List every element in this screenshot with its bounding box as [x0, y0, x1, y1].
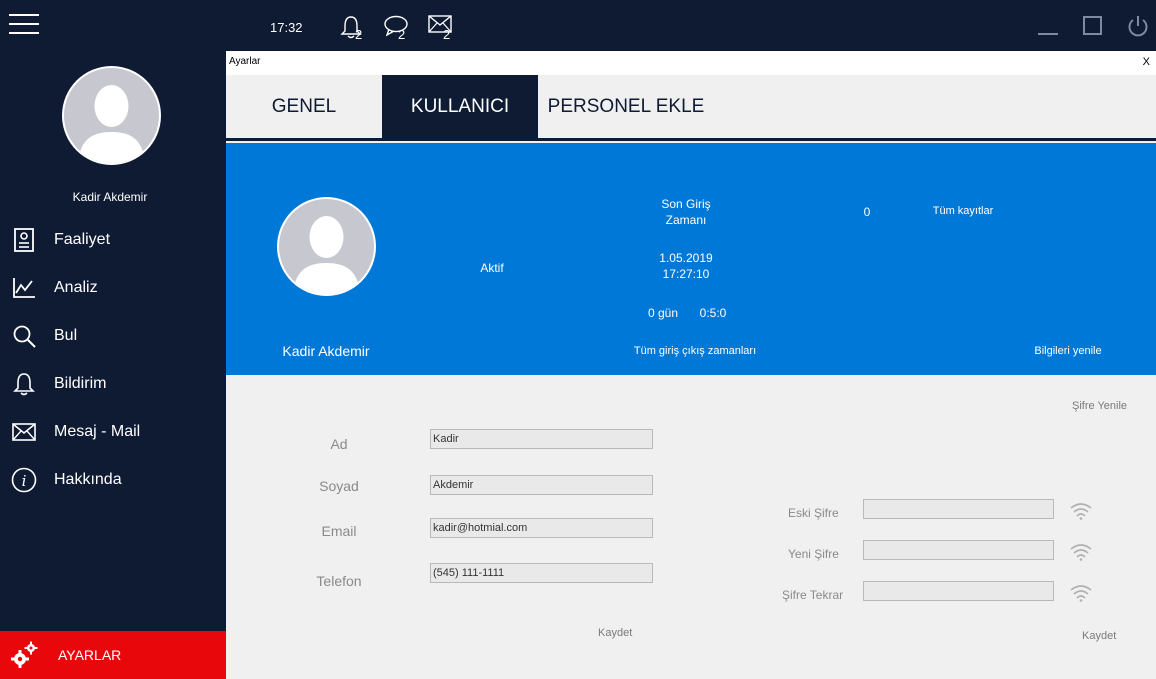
sidebar-item-bul[interactable]: Bul — [0, 312, 226, 360]
wifi-icon — [1070, 544, 1092, 561]
sidebar-item-analiz[interactable]: Analiz — [0, 264, 226, 312]
search-icon — [11, 323, 37, 349]
all-login-times-link[interactable]: Tüm giriş çıkış zamanları — [610, 345, 780, 357]
refresh-info-link[interactable]: Bilgileri yenile — [1018, 345, 1118, 357]
wifi-icon — [1070, 503, 1092, 520]
maximize-button[interactable] — [1081, 14, 1105, 38]
messages-button[interactable] — [384, 15, 410, 41]
sidebar-item-label: Bul — [54, 327, 78, 344]
tab-kullanici[interactable]: KULLANICI — [382, 75, 538, 139]
session-days: 0 gün — [647, 306, 679, 320]
sidebar-item-label: Mesaj - Mail — [54, 423, 141, 440]
last-login-label-2: Zamanı — [665, 213, 707, 227]
messages-badge: 2 — [398, 27, 406, 42]
ad-input[interactable] — [430, 429, 653, 449]
new-password-input[interactable] — [863, 540, 1054, 560]
profile-avatar[interactable] — [277, 197, 376, 296]
mail-badge: 2 — [443, 27, 451, 42]
gears-icon — [10, 641, 38, 669]
window-title: Ayarlar — [229, 56, 261, 67]
all-records-link[interactable]: Tüm kayıtlar — [918, 205, 1008, 217]
chart-line-icon — [11, 275, 37, 301]
sidebar-item-faaliyet[interactable]: Faaliyet — [0, 216, 226, 264]
power-icon — [1128, 16, 1148, 37]
ad-label: Ad — [330, 436, 348, 452]
sidebar-item-hakkinda[interactable]: i Hakkında — [0, 456, 226, 504]
sidebar-menu: Faaliyet Analiz Bul Bildirim Mesaj - Mai… — [0, 216, 226, 504]
new-password-label: Yeni Şifre — [788, 547, 839, 561]
sidebar: Kadir Akdemir Faaliyet Analiz Bul Bildir… — [0, 0, 226, 679]
save-password-button[interactable]: Kaydet — [1082, 630, 1116, 642]
profile-status: Aktif — [480, 261, 504, 275]
window-titlebar: Ayarlar X — [226, 51, 1156, 75]
user-silhouette-icon — [78, 85, 145, 163]
maximize-icon — [1083, 16, 1102, 35]
profile-panel: Kadir Akdemir Aktif Son Giriş Zamanı 1.0… — [226, 143, 1156, 375]
sidebar-item-label: Hakkında — [54, 471, 122, 488]
tab-bar: GENEL KULLANICI PERSONEL EKLE — [226, 75, 1156, 141]
last-login-date: 1.05.2019 — [659, 251, 713, 265]
svg-text:i: i — [22, 472, 27, 490]
last-login-time: 17:27:10 — [662, 267, 710, 281]
old-password-input[interactable] — [863, 499, 1054, 519]
activity-icon — [11, 227, 37, 253]
sidebar-settings-label: AYARLAR — [58, 647, 122, 663]
top-bar: 17:32 2 2 2 — [226, 0, 1156, 51]
bell-icon — [11, 371, 37, 397]
notifications-badge: 2 — [355, 27, 363, 42]
sidebar-item-label: Faaliyet — [54, 231, 111, 248]
window-close-button[interactable]: X — [1143, 51, 1150, 73]
telefon-input[interactable] — [430, 563, 653, 583]
power-button[interactable] — [1126, 14, 1150, 38]
user-silhouette-icon — [293, 216, 360, 294]
sidebar-username: Kadir Akdemir — [72, 190, 148, 204]
soyad-input[interactable] — [430, 475, 653, 495]
old-password-label: Eski Şifre — [788, 506, 839, 520]
telefon-label: Telefon — [316, 573, 362, 589]
sidebar-item-mesaj-mail[interactable]: Mesaj - Mail — [0, 408, 226, 456]
record-count: 0 — [863, 205, 871, 219]
sidebar-item-label: Analiz — [54, 279, 98, 296]
last-login-label: Son Giriş — [661, 197, 711, 211]
tab-personel-ekle[interactable]: PERSONEL EKLE — [538, 75, 714, 139]
soyad-label: Soyad — [319, 478, 359, 494]
save-user-button[interactable]: Kaydet — [598, 627, 632, 639]
settings-window: Ayarlar X GENEL KULLANICI PERSONEL EKLE … — [226, 51, 1156, 679]
repeat-password-label: Şifre Tekrar — [782, 588, 844, 602]
profile-name: Kadir Akdemir — [282, 343, 370, 359]
sidebar-item-label: Bildirim — [54, 375, 107, 392]
minimize-button[interactable] — [1036, 14, 1060, 38]
hamburger-menu-icon[interactable] — [9, 14, 39, 36]
wifi-icon — [1070, 585, 1092, 602]
info-icon: i — [11, 467, 37, 493]
repeat-password-input[interactable] — [863, 581, 1054, 601]
sidebar-item-bildirim[interactable]: Bildirim — [0, 360, 226, 408]
mail-icon — [11, 419, 37, 445]
email-label: Email — [321, 523, 357, 539]
minimize-icon — [1038, 33, 1058, 35]
tab-genel[interactable]: GENEL — [226, 75, 382, 139]
email-input[interactable] — [430, 518, 653, 538]
sidebar-item-ayarlar[interactable]: AYARLAR — [0, 631, 226, 679]
avatar — [62, 66, 161, 165]
session-time: 0:5:0 — [699, 306, 727, 320]
clock: 17:32 — [270, 20, 303, 35]
password-renew-label[interactable]: Şifre Yenile — [1072, 400, 1127, 412]
